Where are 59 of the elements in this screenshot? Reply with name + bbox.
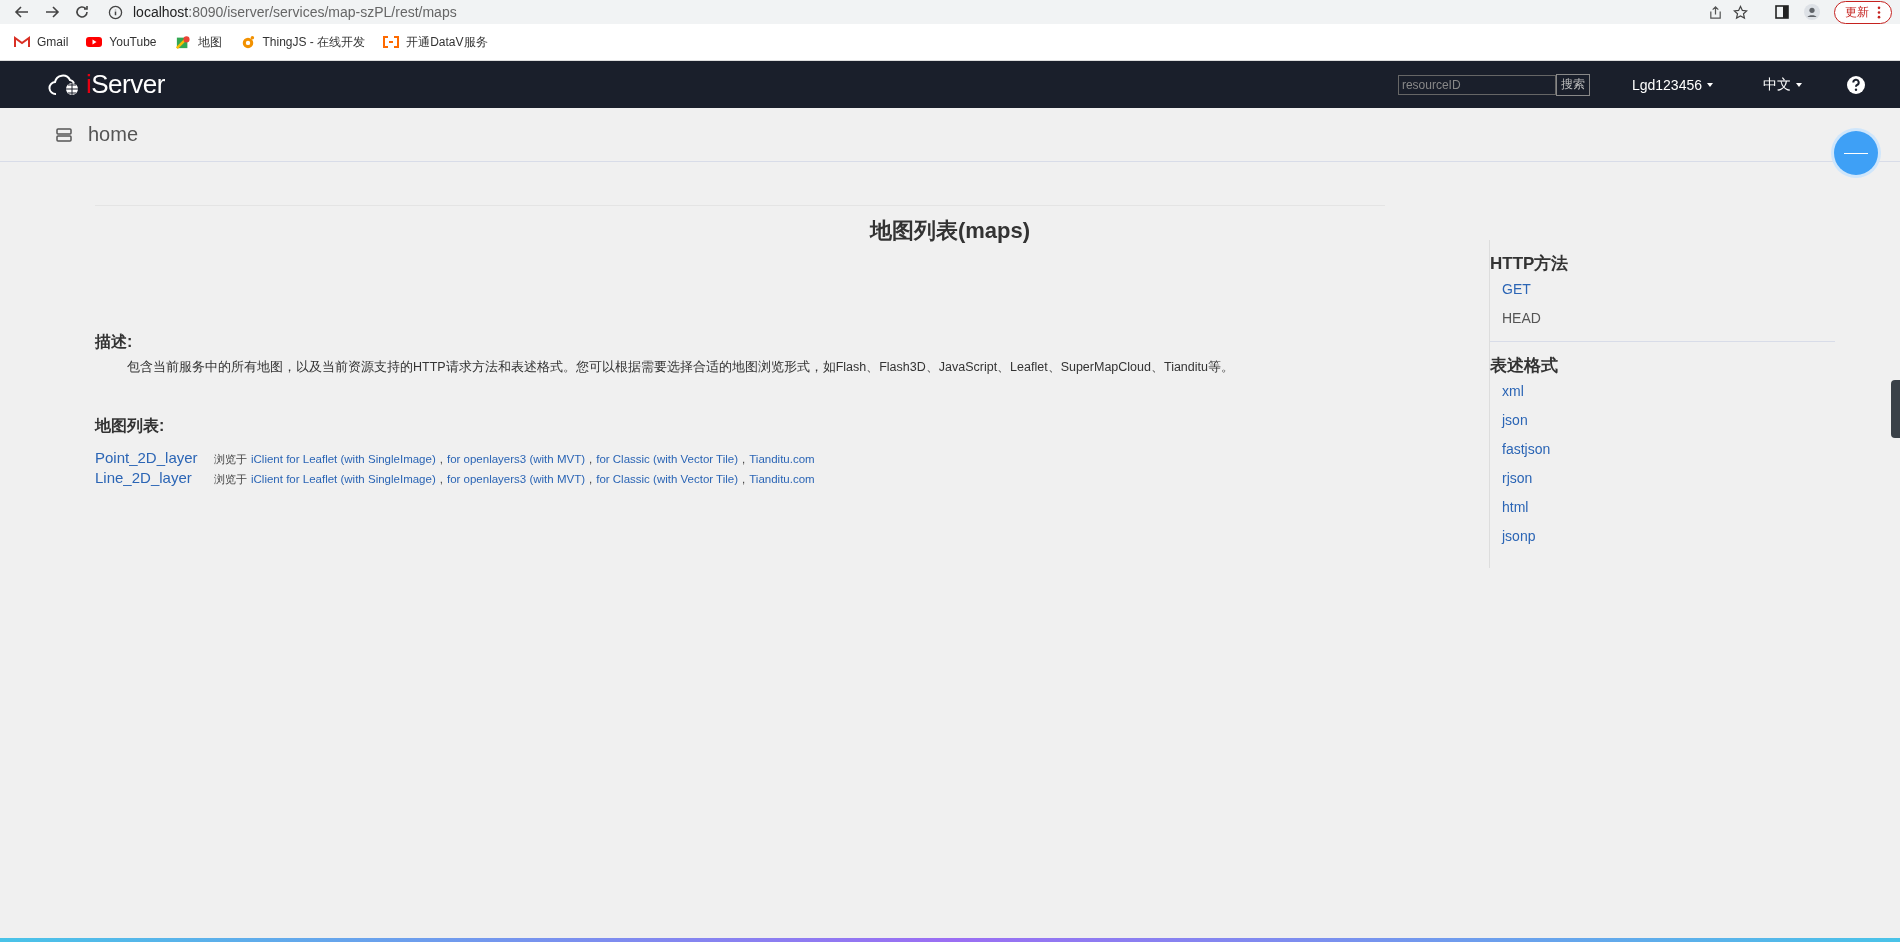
method-text: HEAD — [1502, 310, 1541, 327]
method-link[interactable]: GET — [1502, 281, 1531, 298]
map-name-link[interactable]: Line_2D_layer — [95, 469, 210, 486]
description-text: 包含当前服务中的所有地图，以及当前资源支持的HTTP请求方法和表述格式。您可以根据需要选择合适的地图浏览形式，如Flash、Flash3D、JavaScript、Leaflet、SuperMapCloud、Tianditu等。 — [127, 359, 1235, 376]
separator-text: , — [742, 453, 746, 465]
update-button[interactable]: 更新 — [1834, 0, 1892, 24]
separator-text: , — [742, 473, 746, 485]
browse-label: 浏览于 — [214, 472, 247, 487]
map-list-heading: 地图列表: — [95, 416, 166, 436]
bookmark-link[interactable]: ThingJS - 在线开发 — [239, 33, 366, 51]
help-icon[interactable] — [1846, 74, 1866, 95]
viewer-link[interactable]: Tianditu.com — [749, 453, 815, 465]
viewer-link[interactable]: for openlayers3 (with MVT) — [446, 473, 585, 485]
map-name-link[interactable]: Point_2D_layer — [95, 449, 210, 466]
viewer-link[interactable]: for Classic (with Vector Tile) — [596, 453, 739, 465]
user-menu[interactable]: Lgd123456 — [1625, 75, 1719, 94]
page-title: 地图列表(maps) — [868, 217, 1032, 245]
bracket-icon — [383, 35, 400, 49]
bookmark-link[interactable]: 开通DataV服务 — [383, 33, 488, 51]
info-icon[interactable] — [108, 4, 123, 20]
viewer-link[interactable]: iClient for Leaflet (with SingleImage) — [251, 473, 436, 485]
star-icon[interactable] — [1733, 4, 1748, 20]
format-link[interactable]: xml — [1502, 383, 1524, 400]
language-menu[interactable]: 中文 — [1757, 74, 1808, 95]
format-link[interactable]: rjson — [1502, 470, 1533, 487]
map-pin-icon — [174, 35, 191, 49]
server-icon — [56, 127, 72, 142]
format-link[interactable]: jsonp — [1502, 528, 1536, 545]
separator-text: , — [589, 453, 593, 465]
reload-icon[interactable] — [74, 4, 90, 20]
resource-id-field[interactable]: resourceID — [1397, 74, 1556, 95]
viewer-link[interactable]: iClient for Leaflet (with SingleImage) — [251, 453, 436, 465]
iserver-logo[interactable]: iServer — [48, 69, 165, 100]
http-methods-heading: HTTP方法 — [1490, 253, 1569, 275]
search-button[interactable]: 搜索 — [1555, 73, 1590, 96]
bookmark-link[interactable]: 地图 — [174, 33, 222, 51]
browse-label: 浏览于 — [214, 452, 247, 467]
forward-icon[interactable] — [44, 4, 60, 20]
breadcrumb-home[interactable]: home — [88, 123, 139, 146]
format-link[interactable]: html — [1502, 499, 1529, 516]
bookmark-link[interactable]: YouTube — [86, 35, 157, 49]
profile-icon[interactable] — [1804, 4, 1820, 20]
play-icon — [86, 35, 103, 49]
separator-text: , — [439, 473, 443, 485]
bookmark-link[interactable]: Gmail — [14, 35, 69, 49]
more-icon — [1877, 5, 1881, 19]
description-heading: 描述: — [95, 332, 134, 352]
mail-icon — [14, 35, 30, 49]
viewer-link[interactable]: for openlayers3 (with MVT) — [446, 453, 585, 465]
separator-text: , — [439, 453, 443, 465]
back-icon[interactable] — [14, 4, 30, 20]
separator-text: , — [589, 473, 593, 485]
viewer-link[interactable]: Tianditu.com — [749, 473, 815, 485]
viewer-link[interactable]: for Classic (with Vector Tile) — [596, 473, 739, 485]
side-panel-icon[interactable] — [1774, 4, 1790, 20]
format-link[interactable]: json — [1502, 412, 1528, 429]
formats-heading: 表述格式 — [1490, 355, 1558, 377]
format-link[interactable]: fastjson — [1502, 441, 1551, 458]
share-icon[interactable] — [1708, 4, 1723, 20]
